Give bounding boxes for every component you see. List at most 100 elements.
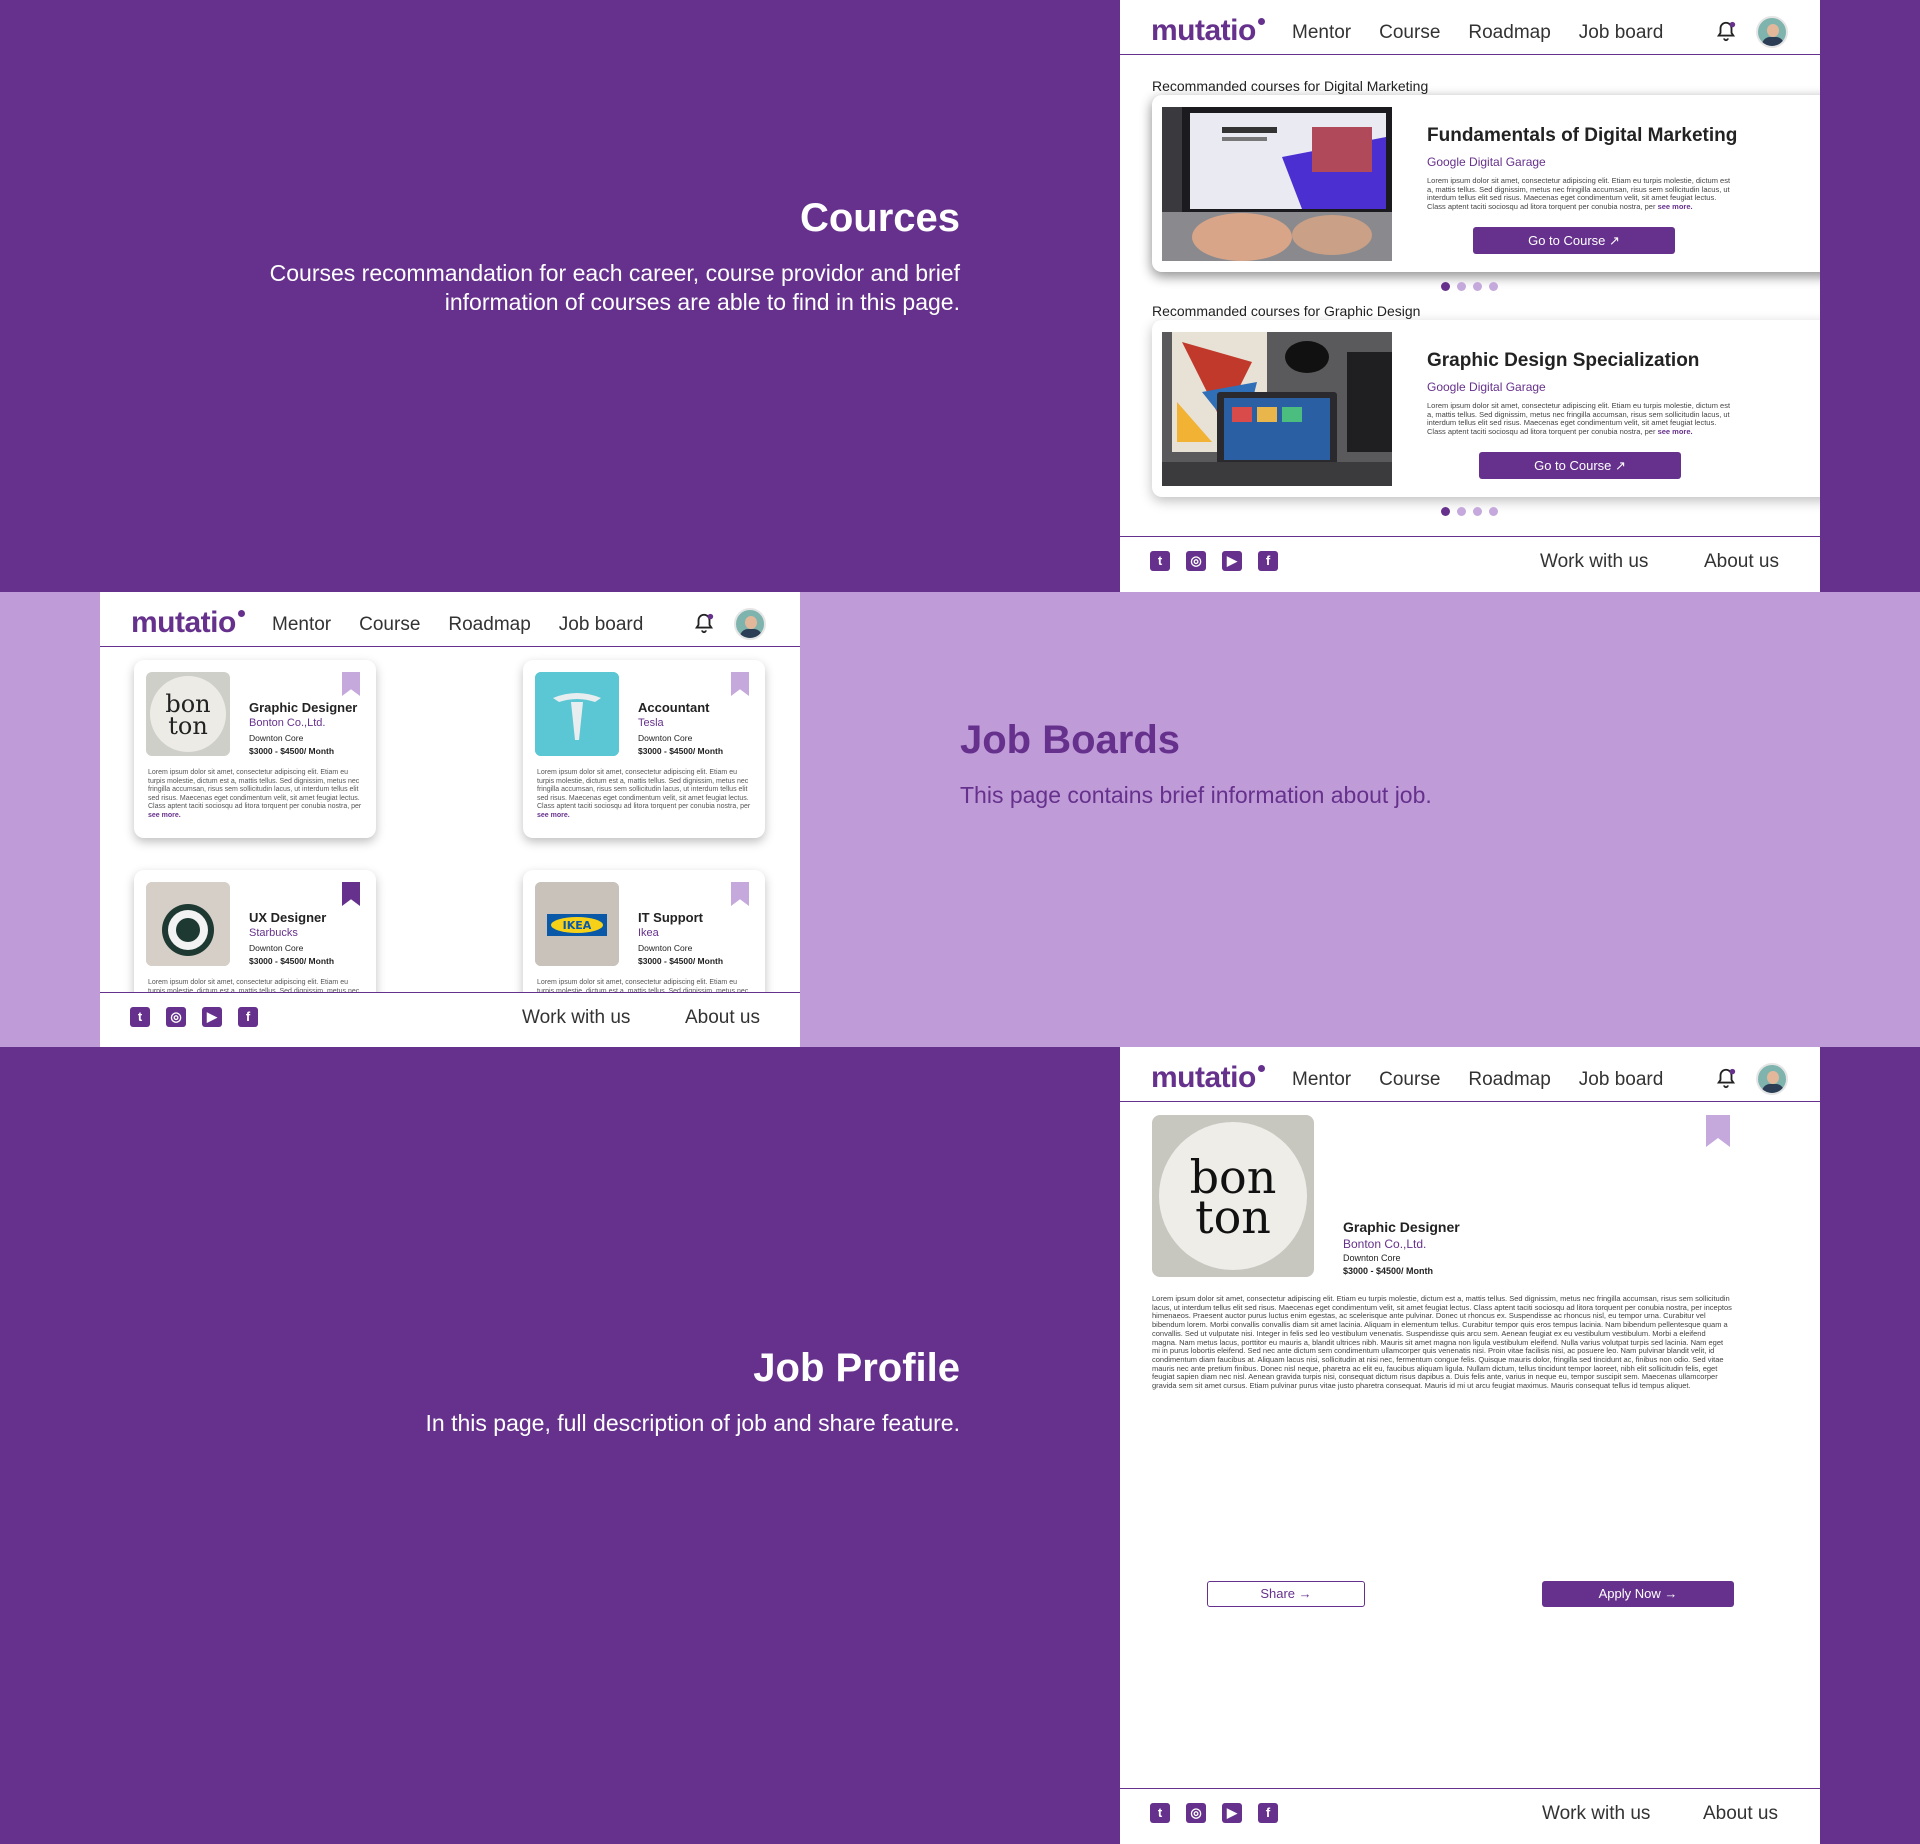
profile-screen: mutatio Mentor Course Roadmap Job board … [1120,1047,1820,1844]
job-location: Downton Core [638,733,693,743]
carousel-dots[interactable] [1441,282,1498,291]
twitter-icon[interactable]: t [130,1007,150,1027]
job-location: Downton Core [638,943,693,953]
profile-heading: Job Profile [753,1346,960,1390]
twitter-icon[interactable]: t [1150,551,1170,571]
job-location: Downton Core [1343,1253,1401,1263]
about-us-link[interactable]: About us [1703,1803,1778,1825]
twitter-icon[interactable]: t [1150,1803,1170,1823]
apply-now-button[interactable]: Apply Now → [1542,1581,1734,1607]
about-us-link[interactable]: About us [685,1007,760,1029]
course-title: Fundamentals of Digital Marketing [1427,125,1738,146]
nav-mentor[interactable]: Mentor [1292,1069,1351,1091]
bell-icon[interactable] [693,612,715,634]
nav-roadmap[interactable]: Roadmap [1468,1069,1550,1091]
youtube-icon[interactable]: ▶ [202,1007,222,1027]
work-with-us-link[interactable]: Work with us [1542,1803,1650,1825]
avatar[interactable] [1756,1063,1788,1095]
bookmark-icon[interactable] [342,672,360,696]
work-with-us-link[interactable]: Work with us [1540,551,1648,573]
share-button[interactable]: Share → [1207,1581,1365,1607]
nav-job-board[interactable]: Job board [1579,22,1664,44]
job-description: Lorem ipsum dolor sit amet, consectetur … [537,769,751,819]
nav-job-board[interactable]: Job board [559,614,644,636]
nav-course[interactable]: Course [1379,1069,1440,1091]
svg-text:ton: ton [1195,1190,1271,1244]
bell-icon[interactable] [1715,20,1737,42]
bell-icon[interactable] [1715,1067,1737,1089]
nav-roadmap[interactable]: Roadmap [448,614,530,636]
job-logo: IKEA [535,882,619,966]
job-salary: $3000 - $4500/ Month [249,746,335,756]
facebook-icon[interactable]: f [1258,551,1278,571]
job-card[interactable]: Accountant Tesla Downton Core $3000 - $4… [523,660,765,838]
course-description: Lorem ipsum dolor sit amet, consectetur … [1427,401,1731,436]
course-provider[interactable]: Google Digital Garage [1427,380,1546,394]
nav-course[interactable]: Course [1379,22,1440,44]
job-company[interactable]: Starbucks [249,927,298,939]
job-location: Downton Core [249,943,304,953]
course-description: Lorem ipsum dolor sit amet, consectetur … [1427,176,1731,211]
footer: t ◎ ▶ f Work with us About us [1120,1788,1820,1844]
job-logo: bon ton [146,672,230,756]
job-logo [146,882,230,966]
job-company[interactable]: Bonton Co.,Ltd. [249,717,325,729]
logo[interactable]: mutatio [1151,1061,1265,1095]
job-full-description: Lorem ipsum dolor sit amet, consectetur … [1152,1294,1732,1391]
work-with-us-link[interactable]: Work with us [522,1007,630,1029]
go-to-course-button[interactable]: Go to Course ↗ [1473,227,1675,254]
job-logo [535,672,619,756]
bookmark-icon[interactable] [731,672,749,696]
nav-mentor[interactable]: Mentor [1292,22,1351,44]
nav-job-board[interactable]: Job board [1579,1069,1664,1091]
jobs-heading: Job Boards [960,718,1181,762]
youtube-icon[interactable]: ▶ [1222,551,1242,571]
jobs-intro: Job Boards This page contains brief info… [960,718,1760,810]
courses-heading: Cources [799,196,960,240]
logo[interactable]: mutatio [131,606,245,640]
job-title: IT Support [638,910,703,925]
course-image-desk [1162,332,1392,486]
svg-text:IKEA: IKEA [563,919,592,932]
bookmark-icon[interactable] [342,882,360,906]
nav-roadmap[interactable]: Roadmap [1468,22,1550,44]
courses-screen: mutatio Mentor Course Roadmap Job board … [1120,0,1820,592]
section-label: Recommanded courses for Graphic Design [1152,303,1421,319]
course-card-graphic-design: Graphic Design Specialization Google Dig… [1152,320,1820,497]
bookmark-icon[interactable] [731,882,749,906]
avatar[interactable] [1756,16,1788,48]
job-title: UX Designer [249,910,327,925]
course-image-laptop [1162,107,1392,261]
job-company[interactable]: Tesla [638,717,664,729]
footer: t ◎ ▶ f Work with us About us [1120,536,1820,592]
instagram-icon[interactable]: ◎ [166,1007,186,1027]
jobs-screen: mutatio Mentor Course Roadmap Job board … [100,592,800,1047]
facebook-icon[interactable]: f [1258,1803,1278,1823]
job-title: Accountant [638,700,710,715]
nav-course[interactable]: Course [359,614,420,636]
top-nav: mutatio Mentor Course Roadmap Job board [100,592,800,647]
top-nav: mutatio Mentor Course Roadmap Job board [1120,1047,1820,1102]
carousel-dots[interactable] [1441,507,1498,516]
avatar[interactable] [734,608,766,640]
job-card[interactable]: bon ton Graphic Designer Bonton Co.,Ltd. … [134,660,376,838]
instagram-icon[interactable]: ◎ [1186,1803,1206,1823]
job-salary: $3000 - $4500/ Month [1343,1266,1434,1276]
instagram-icon[interactable]: ◎ [1186,551,1206,571]
nav-mentor[interactable]: Mentor [272,614,331,636]
course-card-digital-marketing: Fundamentals of Digital Marketing Google… [1152,95,1820,272]
go-to-course-button[interactable]: Go to Course ↗ [1479,452,1681,479]
about-us-link[interactable]: About us [1704,551,1779,573]
facebook-icon[interactable]: f [238,1007,258,1027]
job-title: Graphic Designer [249,700,358,715]
job-company[interactable]: Ikea [638,927,659,939]
course-title: Graphic Design Specialization [1427,350,1700,371]
logo[interactable]: mutatio [1151,14,1265,48]
job-company[interactable]: Bonton Co.,Ltd. [1343,1237,1426,1251]
bookmark-icon[interactable] [1706,1115,1730,1147]
job-salary: $3000 - $4500/ Month [638,746,724,756]
course-provider[interactable]: Google Digital Garage [1427,155,1546,169]
section-label: Recommanded courses for Digital Marketin… [1152,78,1429,94]
job-salary: $3000 - $4500/ Month [249,956,335,966]
youtube-icon[interactable]: ▶ [1222,1803,1242,1823]
